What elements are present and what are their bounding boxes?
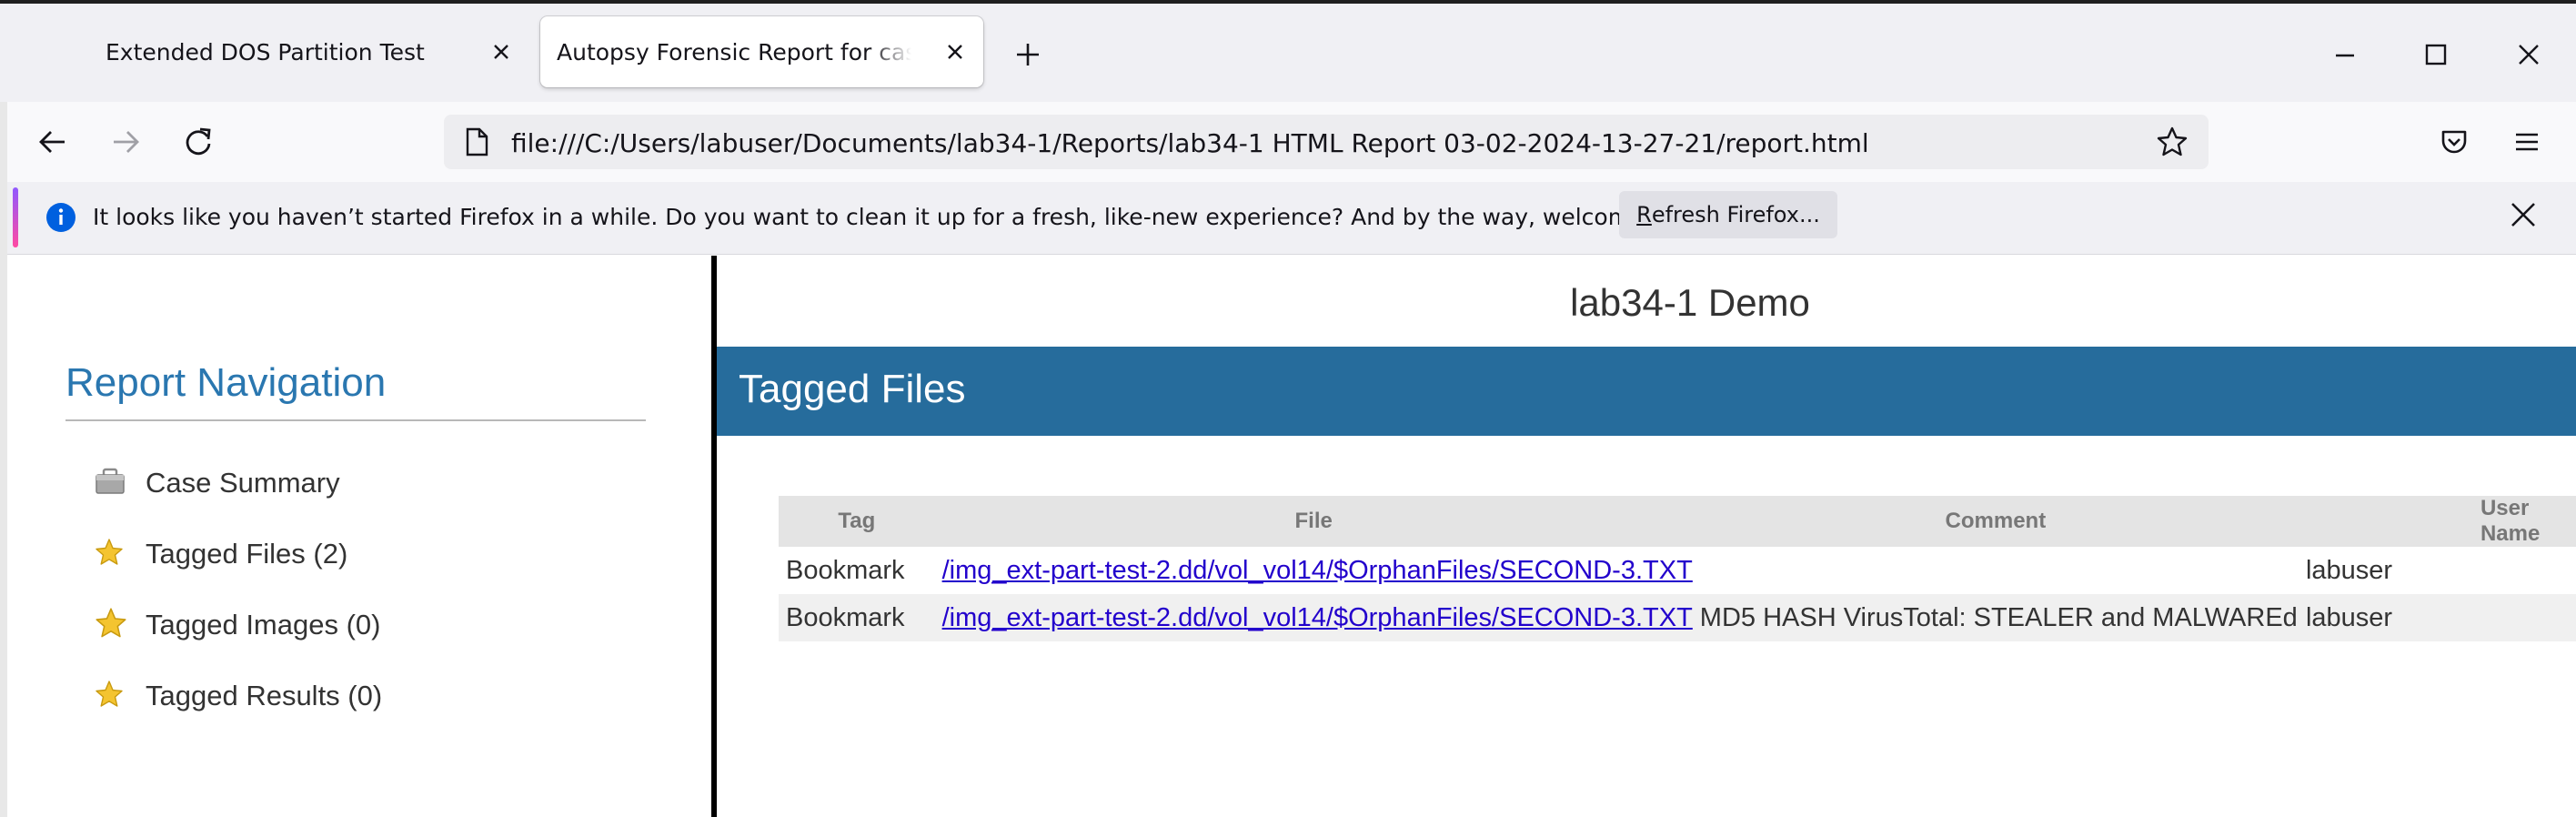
table-row: Bookmark /img_ext-part-test-2.dd/vol_vol… [779, 594, 2576, 641]
nav-item-case-summary[interactable]: Case Summary [95, 463, 340, 503]
nav-item-tagged-images[interactable]: Tagged Images (0) [95, 605, 380, 645]
address-bar[interactable]: file:///C:/Users/labuser/Documents/lab34… [444, 115, 2209, 169]
report-content-pane: lab34-1 Demo Tagged Files Tag File Comme… [717, 256, 2576, 817]
table-header-row: Tag File Comment User Name [779, 496, 2576, 547]
column-header-user-name: User Name [2298, 496, 2576, 547]
maximize-icon[interactable] [2418, 36, 2454, 73]
report-navigation-title: Report Navigation [65, 360, 387, 405]
refresh-firefox-button[interactable]: Refresh Firefox... [1619, 191, 1837, 238]
pocket-icon[interactable] [2432, 120, 2476, 164]
nav-item-tagged-results[interactable]: Tagged Results (0) [95, 676, 382, 716]
nav-item-label[interactable]: Case Summary [146, 467, 340, 499]
comment-cell: MD5 HASH VirusTotal: STEALER and MALWARE… [1692, 594, 2299, 641]
back-arrow-icon[interactable] [31, 120, 75, 164]
section-header: Tagged Files [717, 347, 2576, 436]
tab-autopsy-report[interactable]: Autopsy Forensic Report for case lab34-1 [540, 16, 983, 87]
notification-close-icon[interactable] [2507, 198, 2540, 235]
file-link[interactable]: /img_ext-part-test-2.dd/vol_vol14/$Orpha… [942, 556, 1693, 585]
refresh-access-key: R [1636, 202, 1652, 227]
nav-item-label[interactable]: Tagged Results (0) [146, 680, 382, 712]
star-icon [95, 538, 124, 570]
window-edge [0, 102, 7, 817]
navigation-divider [65, 419, 646, 421]
comment-cell [1693, 547, 2299, 594]
user-cell: labuser [2298, 594, 2576, 641]
tab-extended-dos[interactable]: Extended DOS Partition Test [13, 16, 529, 87]
table-row: Bookmark /img_ext-part-test-2.dd/vol_vol… [779, 547, 2576, 594]
url-text[interactable]: file:///C:/Users/labuser/Documents/lab34… [511, 128, 1869, 158]
report-navigation-pane: Report Navigation Case Summary Tagged Fi… [7, 256, 711, 817]
tab-strip: Extended DOS Partition Test Autopsy Fore… [0, 0, 2576, 102]
notification-bar: It looks like you haven’t started Firefo… [0, 182, 2576, 255]
briefcase-icon [95, 467, 126, 499]
tab-label: Autopsy Forensic Report for case lab34-1 [557, 38, 911, 66]
new-tab-plus-icon[interactable] [1010, 36, 1046, 73]
page-document-icon[interactable] [464, 127, 489, 160]
section-title: Tagged Files [739, 367, 966, 411]
menu-hamburger-icon[interactable] [2505, 120, 2549, 164]
file-cell: /img_ext-part-test-2.dd/vol_vol14/$Orpha… [935, 547, 1693, 594]
nav-item-label[interactable]: Tagged Files (2) [146, 538, 347, 570]
bookmark-star-icon[interactable] [2156, 126, 2189, 162]
close-tab-icon[interactable] [488, 38, 515, 66]
reload-icon[interactable] [176, 120, 220, 164]
info-icon [45, 202, 76, 237]
close-tab-icon[interactable] [941, 38, 969, 66]
tag-cell: Bookmark [779, 594, 935, 641]
minimize-icon[interactable] [2327, 36, 2363, 73]
refresh-button-label: efresh Firefox... [1651, 202, 1820, 227]
column-header-tag: Tag [779, 496, 935, 547]
star-icon [95, 607, 127, 643]
navigation-toolbar: file:///C:/Users/labuser/Documents/lab34… [0, 102, 2576, 183]
star-icon [95, 680, 124, 712]
notification-accent [13, 187, 18, 247]
nav-item-label[interactable]: Tagged Images (0) [146, 609, 380, 641]
user-cell: labuser [2305, 555, 2393, 585]
case-title: lab34-1 Demo [1570, 281, 1810, 324]
tagged-files-table: Tag File Comment User Name Bookmark /img… [779, 496, 2576, 641]
file-cell: /img_ext-part-test-2.dd/vol_vol14/$Orpha… [934, 594, 1693, 641]
file-link[interactable]: /img_ext-part-test-2.dd/vol_vol14/$Orpha… [942, 603, 1693, 632]
column-header-comment: Comment [1692, 496, 2299, 547]
nav-item-tagged-files[interactable]: Tagged Files (2) [95, 534, 347, 574]
window-close-icon[interactable] [2511, 36, 2547, 73]
tag-cell: Bookmark [786, 555, 905, 585]
notification-message: It looks like you haven’t started Firefo… [93, 204, 1715, 230]
column-header-file: File [934, 496, 1693, 547]
tab-label: Extended DOS Partition Test [106, 38, 425, 66]
forward-arrow-icon [104, 120, 147, 164]
